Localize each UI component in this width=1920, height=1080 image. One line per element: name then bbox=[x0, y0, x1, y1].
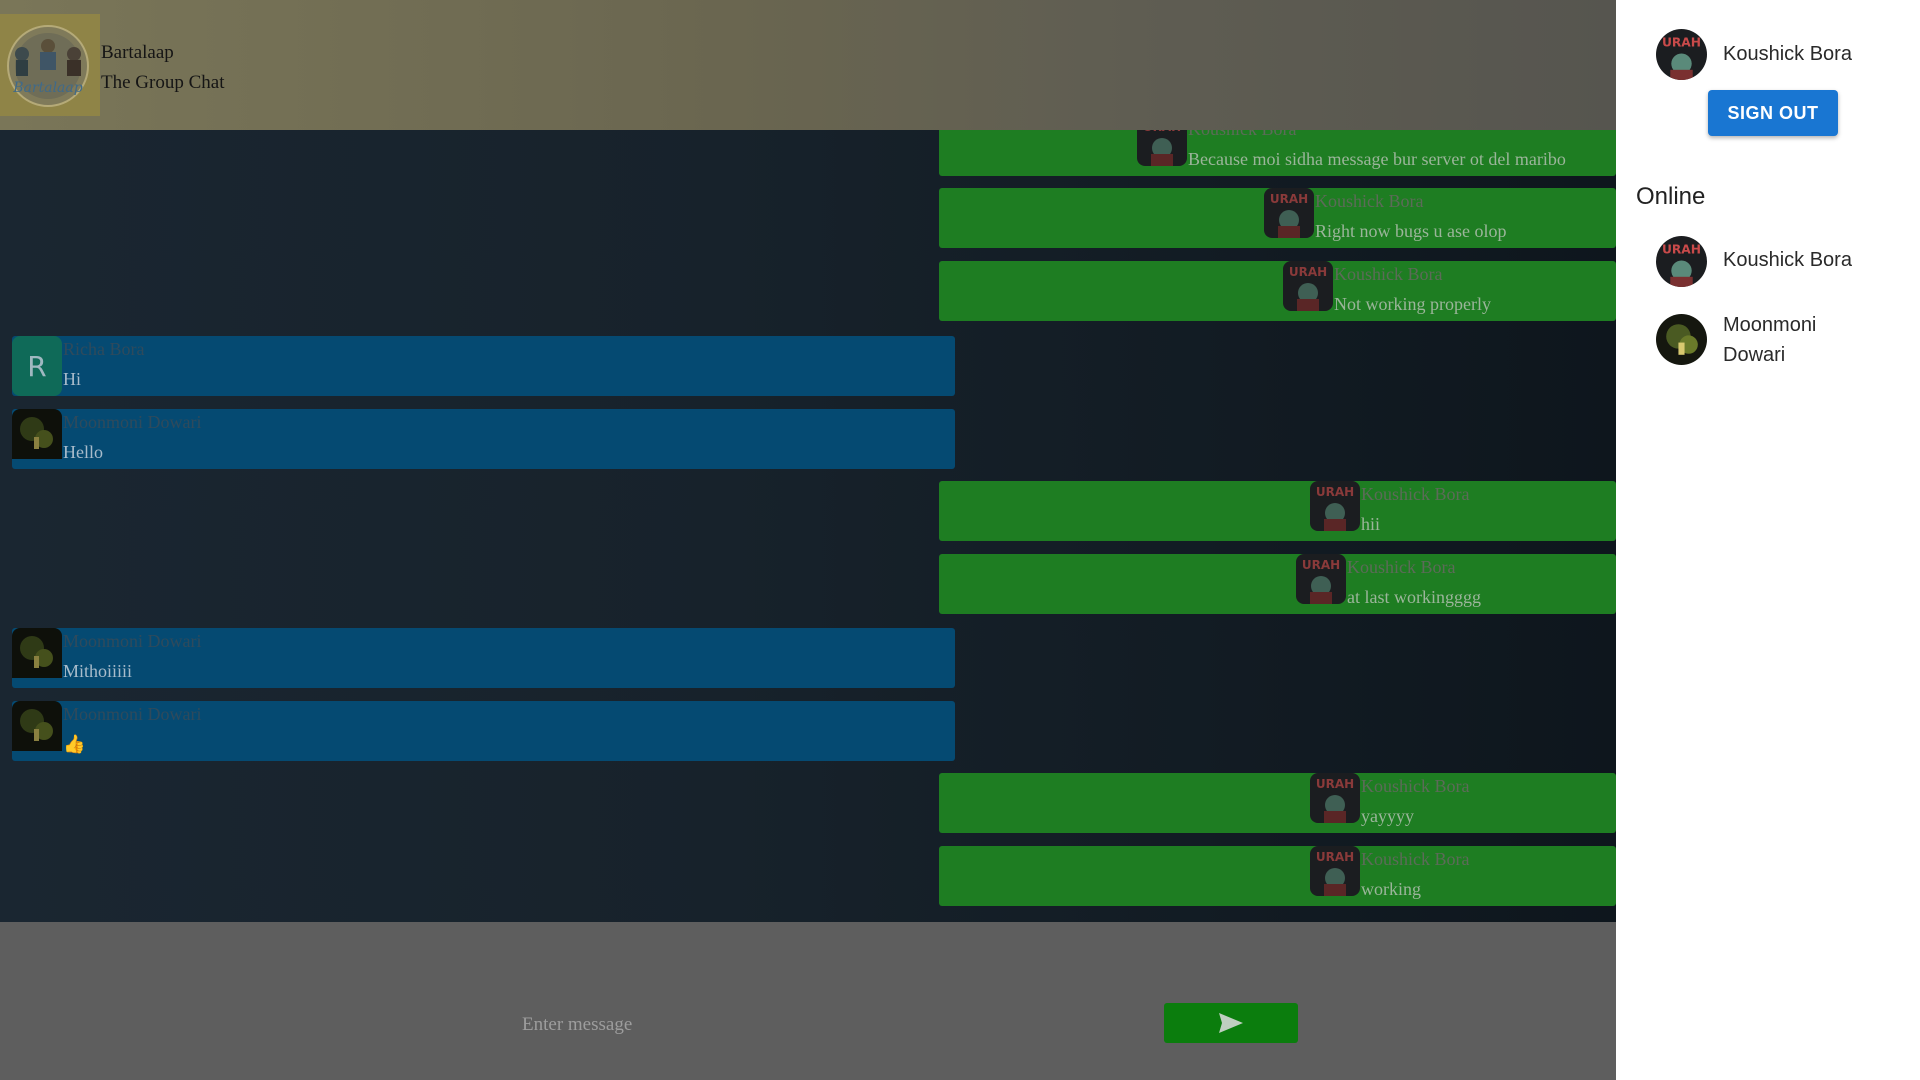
message-list[interactable]: URAH Koushick Bora Because moi sidha messa… bbox=[0, 130, 1616, 922]
sender-name: Koushick Bora bbox=[1334, 264, 1443, 284]
message-text: Not working properly bbox=[1334, 294, 1491, 314]
received-message: Moonmoni Dowari Hello bbox=[12, 409, 955, 469]
message-text: 👍 bbox=[63, 734, 86, 754]
letter-avatar: R bbox=[12, 336, 62, 396]
message-text: yayyyy bbox=[1361, 806, 1414, 826]
sender-name: Richa Bora bbox=[63, 339, 145, 359]
sent-message: URAH Koushick Bora Right now bugs u ase ol… bbox=[939, 188, 1616, 248]
sent-message: URAH Koushick Bora working bbox=[939, 846, 1616, 906]
sender-name: Koushick Bora bbox=[1315, 191, 1424, 211]
sender-name: Koushick Bora bbox=[1361, 776, 1470, 796]
svg-text:URAH: URAH bbox=[1316, 850, 1354, 864]
received-message: Moonmoni Dowari 👍 bbox=[12, 701, 955, 761]
svg-text:URAH: URAH bbox=[1143, 130, 1181, 134]
received-message: R Richa Bora Hi bbox=[12, 336, 955, 396]
avatar-letter: R bbox=[12, 336, 62, 396]
online-user-name: Moonmoni Dowari bbox=[1723, 314, 1817, 366]
sent-message: URAH Koushick Bora Not working properly bbox=[939, 261, 1616, 321]
svg-text:URAH: URAH bbox=[1270, 192, 1308, 206]
online-user-avatar: URAH bbox=[1656, 236, 1707, 287]
night-photo-avatar bbox=[12, 409, 62, 469]
message-input[interactable] bbox=[520, 1006, 1124, 1044]
sign-out-button[interactable]: SIGN OUT bbox=[1708, 90, 1838, 136]
message-text: Because moi sidha message bur server ot … bbox=[1188, 149, 1566, 169]
online-user-avatar bbox=[1656, 314, 1707, 365]
message-text: hii bbox=[1361, 514, 1381, 534]
svg-text:URAH: URAH bbox=[1316, 485, 1354, 499]
sent-message: URAH Koushick Bora hii bbox=[939, 481, 1616, 541]
sender-name: Moonmoni Dowari bbox=[63, 412, 202, 432]
app-logo: Bartalaap bbox=[0, 14, 100, 116]
svg-text:Bartalaap: Bartalaap bbox=[12, 80, 82, 96]
chat-main: Bartalaap Bartalaap The Group Chat URAH K… bbox=[0, 0, 1616, 1080]
sender-name: Koushick Bora bbox=[1188, 130, 1296, 141]
send-icon bbox=[1219, 1013, 1243, 1033]
online-heading: Online bbox=[1636, 183, 1706, 210]
current-user-name: Koushick Bora bbox=[1723, 43, 1852, 65]
app-subtitle: The Group Chat bbox=[101, 72, 225, 93]
sender-name: Koushick Bora bbox=[1361, 484, 1470, 504]
urah-avatar-icon: URAH bbox=[1283, 261, 1333, 311]
message-text: Hi bbox=[63, 369, 81, 389]
night-photo-avatar bbox=[12, 701, 62, 761]
app-title: Bartalaap bbox=[101, 42, 174, 63]
svg-text:URAH: URAH bbox=[1302, 558, 1340, 572]
message-text: at last workingggg bbox=[1347, 587, 1481, 607]
send-button[interactable] bbox=[1164, 1003, 1298, 1043]
urah-avatar-icon: URAH bbox=[1310, 773, 1360, 823]
online-user-name: Koushick Bora bbox=[1723, 249, 1852, 271]
urah-avatar-icon: URAH bbox=[1264, 188, 1314, 238]
svg-text:URAH: URAH bbox=[1289, 265, 1327, 279]
side-panel: URAH Koushick Bora SIGN OUT Online URAH … bbox=[1616, 0, 1920, 1080]
sender-name: Koushick Bora bbox=[1361, 849, 1470, 869]
svg-text:URAH: URAH bbox=[1662, 35, 1701, 49]
message-text: Mithoiiiii bbox=[63, 661, 133, 681]
sender-name: Moonmoni Dowari bbox=[63, 631, 202, 651]
svg-text:URAH: URAH bbox=[1662, 242, 1701, 256]
urah-avatar-icon: URAH bbox=[1310, 846, 1360, 896]
chat-header: Bartalaap Bartalaap The Group Chat bbox=[0, 0, 1616, 130]
urah-avatar-icon: URAH bbox=[1310, 481, 1360, 531]
sender-name: Koushick Bora bbox=[1347, 557, 1456, 577]
night-photo-avatar bbox=[12, 628, 62, 688]
message-text: Right now bugs u ase olop bbox=[1315, 221, 1507, 241]
sent-message: URAH Koushick Bora at last workingggg bbox=[939, 554, 1616, 614]
message-text: Hello bbox=[63, 442, 103, 462]
message-text: working bbox=[1361, 879, 1421, 899]
received-message: Moonmoni Dowari Mithoiiiii bbox=[12, 628, 955, 688]
sender-name: Moonmoni Dowari bbox=[63, 704, 202, 724]
sent-message: URAH Koushick Bora yayyyy bbox=[939, 773, 1616, 833]
urah-avatar-icon: URAH bbox=[1296, 554, 1346, 604]
svg-text:URAH: URAH bbox=[1316, 777, 1354, 791]
composer-bar bbox=[0, 922, 1616, 1080]
sent-message: URAH Koushick Bora Because moi sidha messa… bbox=[939, 130, 1616, 176]
urah-avatar-icon: URAH bbox=[1137, 130, 1187, 166]
current-user-avatar: URAH bbox=[1656, 29, 1707, 80]
